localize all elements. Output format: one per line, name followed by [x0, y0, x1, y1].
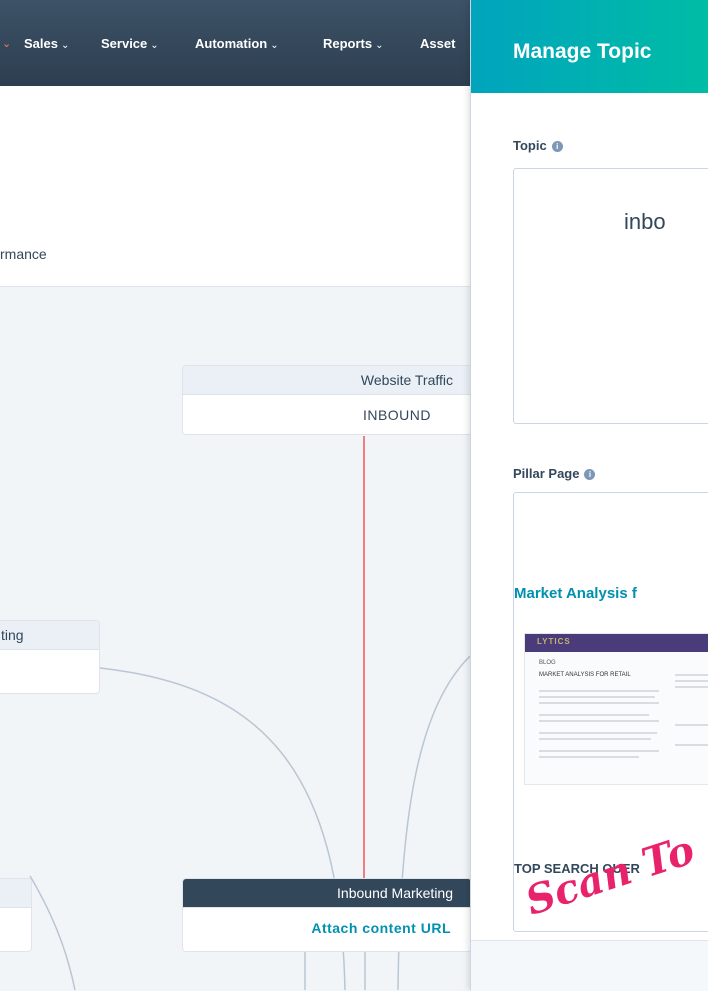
info-icon[interactable]: i — [551, 141, 563, 153]
card-title: Website Traffic — [183, 366, 471, 395]
topic-label: Topic i — [513, 138, 563, 153]
card-title: Inbound Marketing — [183, 879, 471, 908]
pillar-page-thumbnail: LYTICS BLOG MARKET ANALYSIS FOR RETAIL — [524, 633, 708, 785]
nav-item-automation[interactable]: Automation ⌄ — [195, 36, 279, 51]
info-icon[interactable]: i — [584, 469, 596, 481]
thumbnail-sidebar-line — [675, 686, 708, 688]
pillar-card-website-traffic[interactable]: Website Traffic INBOUND — [182, 365, 472, 435]
card-value — [0, 650, 99, 690]
thumbnail-sidebar-line — [675, 674, 708, 676]
nav-item-asset[interactable]: Asset — [420, 36, 455, 51]
nav-item-label: Reports — [323, 36, 373, 51]
thumbnail-text-line — [539, 738, 651, 740]
thumbnail-blog-label: BLOG — [539, 660, 556, 666]
thumbnail-text-line — [539, 690, 659, 692]
thumbnail-logo: LYTICS — [537, 637, 571, 646]
card-value: INBOUND — [362, 407, 431, 423]
panel-footer — [471, 940, 708, 991]
nav-item-sales[interactable]: Sales ⌄ — [24, 36, 69, 51]
chevron-down-icon[interactable]: ⌄ — [2, 37, 11, 50]
thumbnail-heading: MARKET ANALYSIS FOR RETAIL — [539, 672, 631, 678]
tab-performance[interactable]: rmance — [0, 246, 47, 262]
topic-value: inbo — [624, 209, 666, 234]
cluster-connector-curve — [29, 875, 76, 990]
thumbnail-text-line — [539, 702, 659, 704]
nav-item-service[interactable]: Service ⌄ — [101, 36, 159, 51]
nav-item-label: Service — [101, 36, 148, 51]
thumbnail-sidebar-line — [675, 680, 708, 682]
pillar-page-title[interactable]: Market Analysis f — [514, 585, 637, 602]
page-header — [0, 86, 470, 287]
thumbnail-nav-bar: LYTICS — [525, 634, 708, 652]
panel-header: Manage Topic — [471, 0, 708, 93]
chevron-down-icon: ⌄ — [60, 40, 70, 51]
panel-title: Manage Topic — [513, 40, 652, 63]
chevron-down-icon: ⌄ — [270, 40, 279, 51]
thumbnail-text-line — [539, 696, 655, 698]
pillar-page-label-text: Pillar Page — [513, 466, 580, 481]
pillar-page-label: Pillar Page i — [513, 466, 596, 481]
cluster-card-left[interactable]: ting — [0, 620, 100, 694]
cluster-card-bottom-left[interactable] — [0, 878, 32, 952]
topic-label-text: Topic — [513, 138, 547, 153]
nav-item-reports[interactable]: Reports ⌄ — [323, 36, 384, 51]
thumbnail-sidebar-line — [675, 744, 708, 746]
card-title: ting — [0, 621, 99, 650]
cluster-card-inbound-marketing[interactable]: Inbound Marketing Attach content URL — [182, 878, 472, 952]
nav-item-label: Asset — [420, 36, 456, 51]
chevron-down-icon: ⌄ — [375, 40, 384, 51]
nav-item-label: Sales — [24, 36, 58, 51]
chevron-down-icon: ⌄ — [150, 40, 159, 51]
card-title — [0, 879, 31, 908]
thumbnail-sidebar-line — [675, 724, 708, 726]
thumbnail-text-line — [539, 732, 657, 734]
thumbnail-text-line — [539, 720, 659, 722]
thumbnail-text-line — [539, 714, 649, 716]
thumbnail-text-line — [539, 756, 639, 758]
top-navigation-bar: ⌄ Sales ⌄ Service ⌄ Automation ⌄ Reports ⌄ A… — [0, 0, 470, 86]
topic-field[interactable]: inbo — [513, 168, 708, 424]
attach-content-url-link[interactable]: Attach content URL — [183, 908, 471, 948]
nav-item-label: Automation — [195, 36, 268, 51]
thumbnail-text-line — [539, 750, 659, 752]
